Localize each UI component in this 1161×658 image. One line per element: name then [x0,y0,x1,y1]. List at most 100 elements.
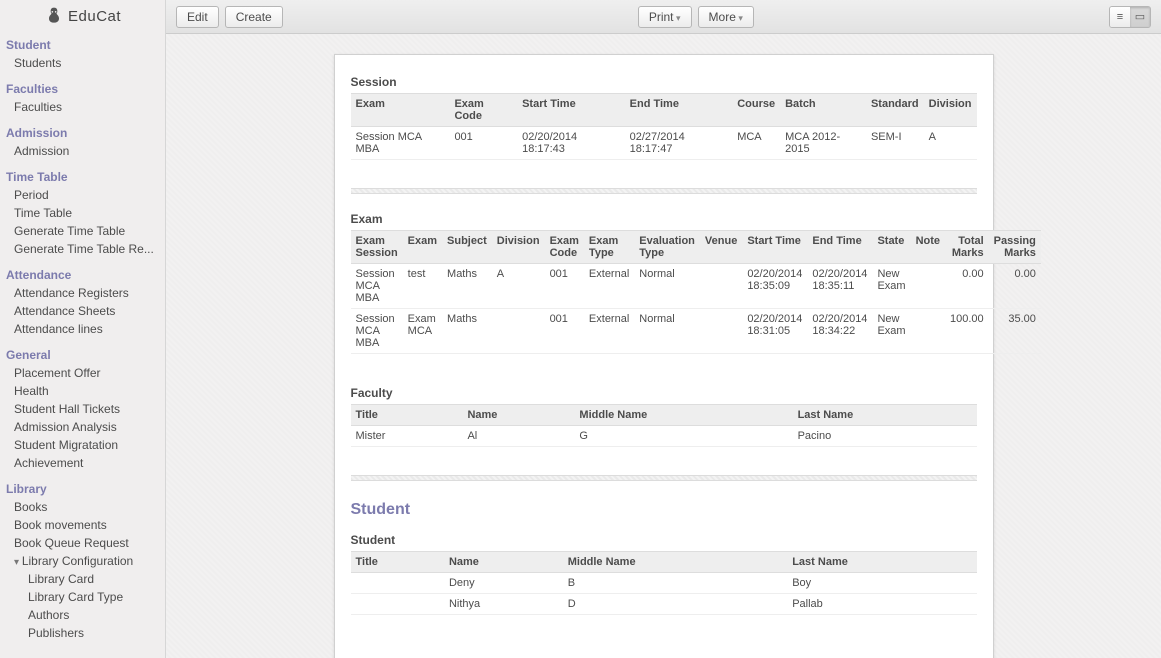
sidebar-item[interactable]: Period [14,186,159,204]
student-table: TitleNameMiddle NameLast NameDenyBBoyNit… [351,551,977,615]
sidebar-item[interactable]: Achievement [14,454,159,472]
cell: 001 [449,127,517,160]
cell: A [492,264,545,309]
faculty-title: Faculty [351,382,977,404]
toolbar: Edit Create Print More ≡ ▭ [166,0,1161,34]
sidebar-item[interactable]: Attendance Registers [14,284,159,302]
sidebar-section-head[interactable]: Time Table [6,168,159,186]
col-header: Exam Session [351,231,403,264]
create-button[interactable]: Create [225,6,283,28]
col-header: Start Time [517,94,625,127]
col-header: Subject [442,231,492,264]
col-header: Standard [866,94,924,127]
sidebar-item[interactable]: Library Card Type [14,588,159,606]
sidebar-item[interactable]: Attendance lines [14,320,159,338]
owl-icon [44,6,64,26]
view-switcher: ≡ ▭ [1109,6,1151,28]
sidebar-item[interactable]: Faculties [14,98,159,116]
cell: Exam MCA [403,309,442,354]
cell: Boy [787,573,976,594]
cell: 001 [545,264,584,309]
sidebar-item[interactable]: Publishers [14,624,159,642]
exam-table: Exam SessionExamSubjectDivisionExam Code… [351,230,1041,354]
col-header: End Time [625,94,733,127]
col-header: State [872,231,910,264]
sidebar-item[interactable]: Books [14,498,159,516]
sidebar-section-head[interactable]: Student [6,36,159,54]
sidebar: EduCat StudentStudents FacultiesFaculties… [0,0,165,658]
student-heading: Student [351,495,977,529]
col-header: Start Time [742,231,807,264]
col-header: Batch [780,94,866,127]
col-header: Name [444,552,563,573]
sidebar-section-head[interactable]: Admission [6,124,159,142]
sidebar-section-head[interactable]: General [6,346,159,364]
col-header: Course [732,94,780,127]
table-row[interactable]: NithyaDPallab [351,594,977,615]
cell: MCA 2012-2015 [780,127,866,160]
separator [351,188,977,194]
cell: 02/27/2014 18:17:47 [625,127,733,160]
form-view-icon[interactable]: ▭ [1130,7,1150,27]
table-row[interactable]: DenyBBoy [351,573,977,594]
sidebar-item[interactable]: Library Card [14,570,159,588]
sidebar-item[interactable]: Student Hall Tickets [14,400,159,418]
session-block: Session ExamExam CodeStart TimeEnd TimeC… [351,71,977,160]
sidebar-item[interactable]: Students [14,54,159,72]
sidebar-item[interactable]: Authors [14,606,159,624]
col-header: Note [911,231,945,264]
sidebar-item[interactable]: Student Migratation [14,436,159,454]
col-header: Division [924,94,977,127]
sidebar-section-head[interactable]: Faculties [6,80,159,98]
cell: 0.00 [945,264,989,309]
table-row[interactable]: Session MCA MBAExam MCAMaths001ExternalN… [351,309,1041,354]
more-button[interactable]: More [698,6,754,28]
sidebar-item[interactable]: Generate Time Table [14,222,159,240]
cell: 35.00 [989,309,1041,354]
cell: D [563,594,787,615]
sidebar-item[interactable]: Health [14,382,159,400]
faculty-block: Faculty TitleNameMiddle NameLast NameMis… [351,382,977,447]
print-button[interactable]: Print [638,6,692,28]
cell: Normal [634,264,700,309]
sidebar-item[interactable]: Time Table [14,204,159,222]
cell: G [574,426,792,447]
cell: Normal [634,309,700,354]
cell: Maths [442,264,492,309]
col-header: Exam Code [449,94,517,127]
sidebar-item[interactable]: Admission [14,142,159,160]
cell: A [924,127,977,160]
sidebar-item[interactable]: Book Queue Request [14,534,159,552]
exam-block: Exam Exam SessionExamSubjectDivisionExam… [351,208,977,354]
sidebar-item[interactable]: Attendance Sheets [14,302,159,320]
table-row[interactable]: Session MCA MBA00102/20/2014 18:17:4302/… [351,127,977,160]
cell: Deny [444,573,563,594]
cell: 02/20/2014 18:34:22 [807,309,872,354]
col-header: Division [492,231,545,264]
sidebar-item[interactable]: Book movements [14,516,159,534]
col-header: Title [351,552,444,573]
sidebar-item[interactable]: Admission Analysis [14,418,159,436]
content-scroll[interactable]: Session ExamExam CodeStart TimeEnd TimeC… [166,34,1161,658]
cell: Mister [351,426,463,447]
sidebar-item[interactable]: Placement Offer [14,364,159,382]
sidebar-item[interactable]: Generate Time Table Re... [14,240,159,258]
cell: 0.00 [989,264,1041,309]
sidebar-item[interactable]: Library Configuration [14,552,159,570]
cell [700,309,742,354]
exam-title: Exam [351,208,977,230]
sidebar-section-head[interactable]: Attendance [6,266,159,284]
edit-button[interactable]: Edit [176,6,219,28]
app-title: EduCat [68,8,121,25]
cell: Maths [442,309,492,354]
cell: Session MCA MBA [351,309,403,354]
col-header: Title [351,405,463,426]
cell: External [584,264,634,309]
list-view-icon[interactable]: ≡ [1110,7,1130,27]
table-row[interactable]: Session MCA MBAtestMathsA001ExternalNorm… [351,264,1041,309]
table-row[interactable]: MisterAlGPacino [351,426,977,447]
col-header: Middle Name [563,552,787,573]
sidebar-section-head[interactable]: Library [6,480,159,498]
cell: 100.00 [945,309,989,354]
student-title: Student [351,529,977,551]
